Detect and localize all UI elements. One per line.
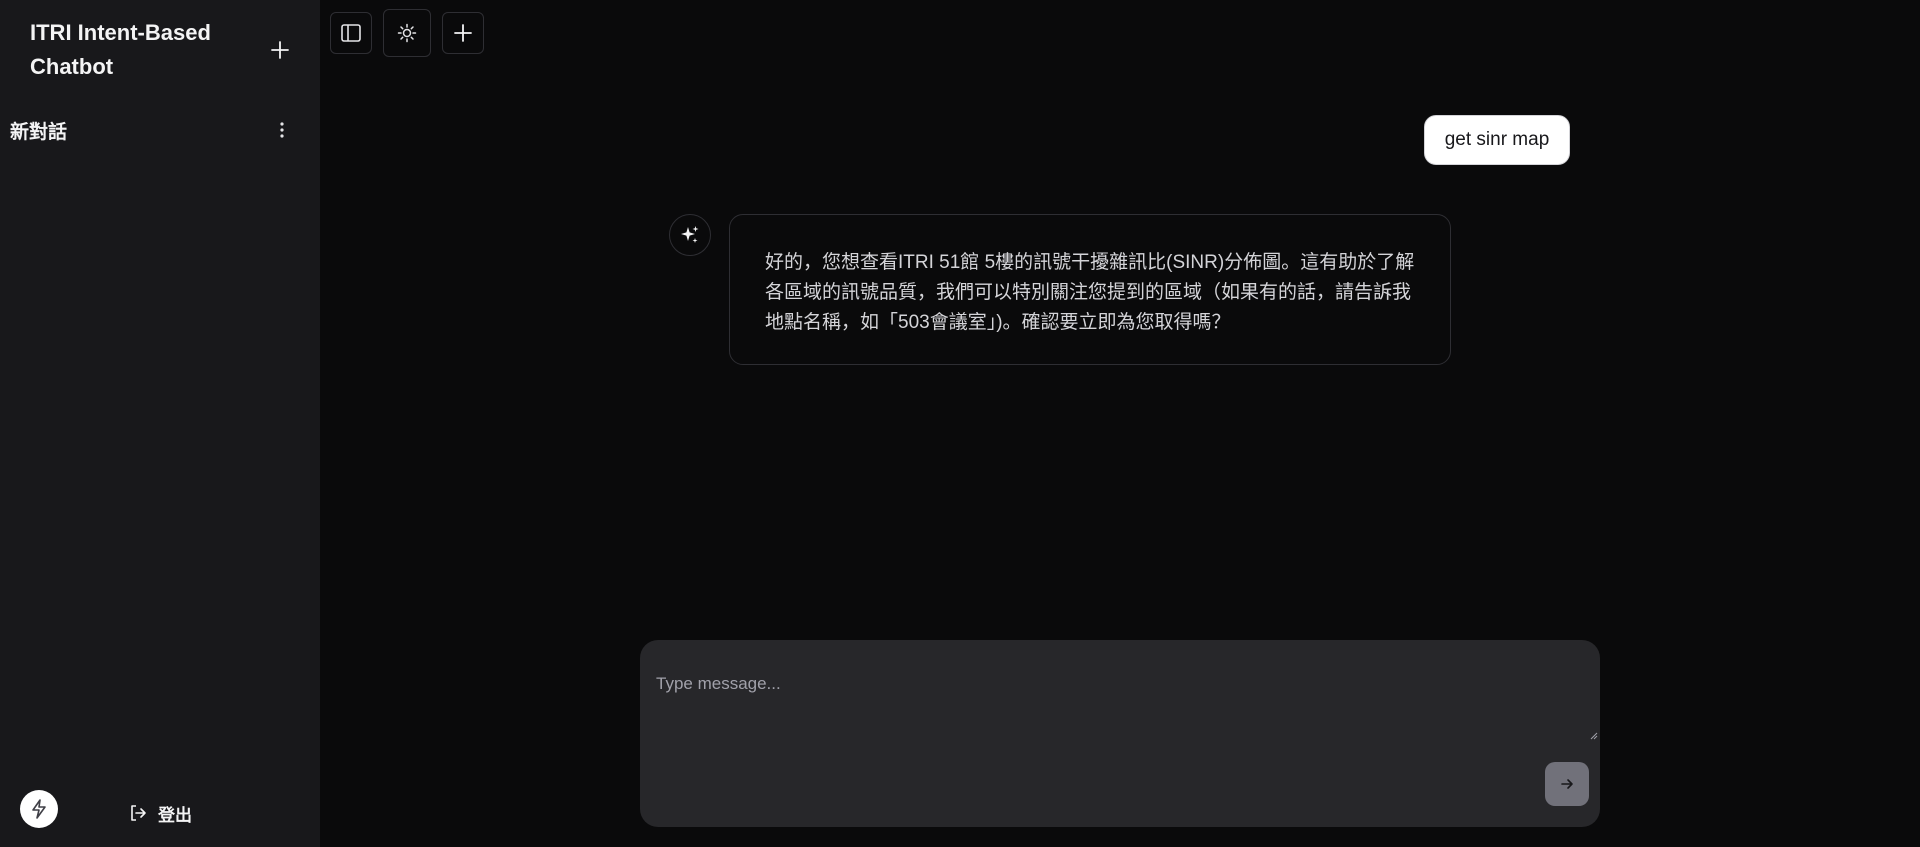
assistant-message: 好的，您想查看ITRI 51館 5樓的訊號干擾雜訊比(SINR)分佈圖。這有助於… xyxy=(729,214,1451,365)
assistant-message-text: 好的，您想查看ITRI 51館 5樓的訊號干擾雜訊比(SINR)分佈圖。這有助於… xyxy=(765,252,1415,333)
composer xyxy=(640,640,1600,827)
logout-icon xyxy=(131,805,146,821)
sidebar: ITRI Intent-Based Chatbot 新對話 登出 xyxy=(0,0,320,847)
sidebar-new-chat-button[interactable] xyxy=(262,34,298,66)
more-vertical-icon xyxy=(280,122,284,138)
assistant-avatar xyxy=(669,214,711,256)
conversation-label: 新對話 xyxy=(10,121,68,143)
resize-handle-icon[interactable] xyxy=(1588,730,1598,740)
conversation-item[interactable]: 新對話 xyxy=(0,112,310,148)
user-message-text: get sinr map xyxy=(1444,129,1550,150)
new-chat-button[interactable] xyxy=(442,12,484,54)
conversation-menu-button[interactable] xyxy=(270,118,294,142)
theme-toggle-button[interactable] xyxy=(383,9,431,57)
send-button[interactable] xyxy=(1545,762,1589,806)
bolt-icon xyxy=(32,799,46,819)
arrow-right-icon xyxy=(1561,779,1573,789)
app-title: ITRI Intent-Based Chatbot xyxy=(30,20,211,79)
sidebar-panel-icon xyxy=(341,24,361,42)
plus-icon xyxy=(454,24,472,42)
avatar[interactable] xyxy=(20,790,58,828)
toggle-sidebar-button[interactable] xyxy=(330,12,372,54)
user-message: get sinr map xyxy=(1424,115,1570,165)
plus-icon xyxy=(271,41,289,59)
sun-icon xyxy=(397,23,417,43)
logout-button[interactable]: 登出 xyxy=(128,800,192,826)
sparkles-icon xyxy=(681,226,699,243)
logout-label: 登出 xyxy=(158,805,192,825)
message-input[interactable] xyxy=(640,640,1600,742)
